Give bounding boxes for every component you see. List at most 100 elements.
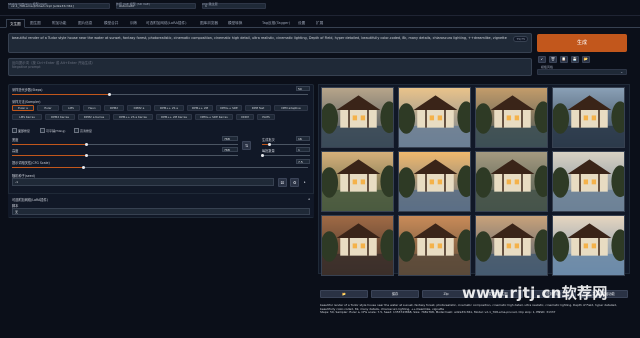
sampler-option[interactable]: DPM++ 2M Karras bbox=[156, 114, 192, 120]
batch-count-slider[interactable] bbox=[262, 143, 310, 146]
gallery-thumbnail[interactable] bbox=[321, 215, 394, 276]
sampler-option[interactable]: Euler bbox=[37, 105, 59, 111]
batch-size-slider-knob[interactable] bbox=[260, 154, 264, 157]
sampler-option[interactable]: DPM++ 2M bbox=[187, 105, 213, 111]
gallery-thumbnail[interactable] bbox=[398, 215, 471, 276]
tab-txt2img[interactable]: 文生图 bbox=[6, 19, 25, 28]
negative-prompt-sub: Negative prompt bbox=[12, 65, 41, 70]
house-image bbox=[553, 88, 624, 147]
sampler-option[interactable]: DPM fast bbox=[245, 105, 271, 111]
sampler-option[interactable]: DPM2 bbox=[104, 105, 124, 111]
tab-extensions[interactable]: 扩展 bbox=[316, 19, 323, 27]
tab-tagger[interactable]: Tag反推(Tagger) bbox=[262, 19, 290, 27]
sampler-option[interactable]: DPM++ SDE bbox=[216, 105, 242, 111]
sampler-option[interactable]: DPM++ 2S a bbox=[154, 105, 184, 111]
steps-label: 采样迭代步数(Steps) bbox=[12, 88, 43, 92]
sampler-option[interactable]: DPM++ 2S a Karras bbox=[113, 114, 153, 120]
tab-gallery[interactable]: 图库浏览器 bbox=[200, 19, 218, 27]
clip-skip-label: Clip 跳过层 bbox=[202, 2, 218, 6]
height-label: 高度 bbox=[12, 149, 19, 153]
sampler-label: 采样方法(Sampler) bbox=[12, 100, 41, 104]
save-style-icon[interactable]: 💾 bbox=[571, 56, 579, 63]
sampler-option[interactable]: LMS Karras bbox=[12, 114, 42, 120]
prompt-text: beautiful render of a Tudor style house … bbox=[12, 36, 507, 40]
steps-slider[interactable] bbox=[12, 93, 308, 96]
footer bbox=[0, 330, 640, 338]
sampler-option[interactable]: DDIM bbox=[236, 114, 254, 120]
open-folder-icon[interactable]: 📂 bbox=[582, 56, 590, 63]
open-folder-button[interactable]: 📂 bbox=[320, 290, 368, 298]
sampler-option[interactable]: DPM2 a bbox=[127, 105, 151, 111]
gallery-thumbnail[interactable] bbox=[552, 151, 625, 212]
recycle-icon[interactable]: ♻ bbox=[290, 178, 299, 187]
gallery-thumbnail[interactable] bbox=[552, 87, 625, 148]
negative-prompt-input[interactable]: 反向提示词（按 Ctrl+Enter 或 Alt+Enter 开始生成） Neg… bbox=[8, 58, 532, 76]
steps-input[interactable]: 50 bbox=[296, 86, 310, 91]
gallery-thumbnail[interactable] bbox=[475, 215, 548, 276]
batch-count-slider-knob[interactable] bbox=[267, 143, 271, 146]
lora-accordion[interactable]: 可选附加网络(LoRA插件) ◂ 脚本 无 bbox=[8, 193, 314, 217]
house-image bbox=[476, 152, 547, 211]
tab-convert[interactable]: 模型转换 bbox=[228, 19, 242, 27]
script-select[interactable]: 无 bbox=[12, 208, 310, 215]
restore-faces-checkbox[interactable]: 面部修复 bbox=[12, 128, 30, 133]
generate-button[interactable]: 生成 bbox=[537, 34, 627, 52]
house-image bbox=[553, 216, 624, 275]
seed-input[interactable]: -1 bbox=[12, 178, 274, 186]
gallery-thumbnail[interactable] bbox=[475, 87, 548, 148]
paste-icon[interactable]: 📋 bbox=[560, 56, 568, 63]
sampler-option[interactable]: DPM adaptive bbox=[274, 105, 308, 111]
dice-icon[interactable]: ⚄ bbox=[278, 178, 287, 187]
batch-size-slider[interactable] bbox=[260, 154, 310, 157]
read-params-icon[interactable]: ↙ bbox=[538, 56, 546, 63]
cfg-slider[interactable] bbox=[12, 166, 308, 169]
tab-lora[interactable]: 可选附加网络(LoRA插件) bbox=[146, 19, 187, 27]
trash-icon[interactable]: 🗑 bbox=[549, 56, 557, 63]
hires-fix-checkbox[interactable]: 高清修复 bbox=[74, 128, 92, 133]
sampler-option[interactable]: LMS bbox=[62, 105, 80, 111]
cfg-slider-knob[interactable] bbox=[81, 166, 85, 169]
accordion-arrow-icon: ◂ bbox=[308, 197, 310, 201]
prompt-input[interactable]: beautiful render of a Tudor style house … bbox=[8, 33, 532, 53]
batch-count-input[interactable]: 16 bbox=[296, 136, 310, 141]
main-tabs: 文生图 图生图 附加功能 图片信息 模型合并 训练 可选附加网络(LoRA插件)… bbox=[0, 18, 640, 28]
gallery-thumbnail[interactable] bbox=[398, 151, 471, 212]
gallery-thumbnail[interactable] bbox=[398, 87, 471, 148]
tab-extras[interactable]: 附加功能 bbox=[52, 19, 66, 27]
house-image bbox=[322, 152, 393, 211]
sampler-option[interactable]: Heun bbox=[83, 105, 101, 111]
width-slider-fill bbox=[12, 144, 87, 145]
gallery-thumbnail[interactable] bbox=[321, 151, 394, 212]
gallery-thumbnail[interactable] bbox=[552, 215, 625, 276]
sampler-option[interactable]: Euler a bbox=[12, 105, 34, 111]
tab-train[interactable]: 训练 bbox=[130, 19, 137, 27]
tab-settings[interactable]: 设置 bbox=[298, 19, 305, 27]
sampler-option[interactable]: DPM2 a Karras bbox=[78, 114, 110, 120]
tab-merge[interactable]: 模型合并 bbox=[104, 19, 118, 27]
width-slider[interactable] bbox=[12, 143, 238, 146]
styles-select[interactable] bbox=[537, 69, 627, 75]
height-input[interactable]: 768 bbox=[222, 147, 238, 152]
batch-size-input[interactable]: 1 bbox=[296, 147, 310, 152]
save-button[interactable]: 保存 bbox=[371, 290, 419, 298]
sampler-option[interactable]: DPM2 Karras bbox=[45, 114, 75, 120]
lora-title: 可选附加网络(LoRA插件) bbox=[12, 198, 48, 202]
cfg-input[interactable]: 7.5 bbox=[296, 159, 310, 164]
tab-img2img[interactable]: 图生图 bbox=[30, 19, 41, 27]
token-counter: 75/75 bbox=[513, 36, 528, 43]
extra-toggle-icon[interactable]: ▸ bbox=[304, 180, 306, 184]
tab-png-info[interactable]: 图片信息 bbox=[78, 19, 92, 27]
sampler-option[interactable]: DPM++ SDE Karras bbox=[195, 114, 233, 120]
sampler-option[interactable]: PLMS bbox=[257, 114, 275, 120]
house-image bbox=[399, 216, 470, 275]
swap-dimensions-icon[interactable]: ⇅ bbox=[242, 141, 251, 150]
gallery-thumbnail[interactable] bbox=[321, 87, 394, 148]
height-slider[interactable] bbox=[12, 154, 238, 157]
tiling-checkbox[interactable]: 可平铺(Tiling) bbox=[40, 128, 65, 133]
width-input[interactable]: 768 bbox=[222, 136, 238, 141]
vae-select-group: 外挂 VAE 模型 (SD VAE) Automatic bbox=[116, 2, 196, 9]
gallery-thumbnail[interactable] bbox=[475, 151, 548, 212]
steps-slider-fill bbox=[12, 94, 110, 95]
house-image bbox=[553, 152, 624, 211]
top-settings-bar: Stable Diffusion 模型(ckpt) v2-1_768-ema-p… bbox=[0, 0, 640, 16]
